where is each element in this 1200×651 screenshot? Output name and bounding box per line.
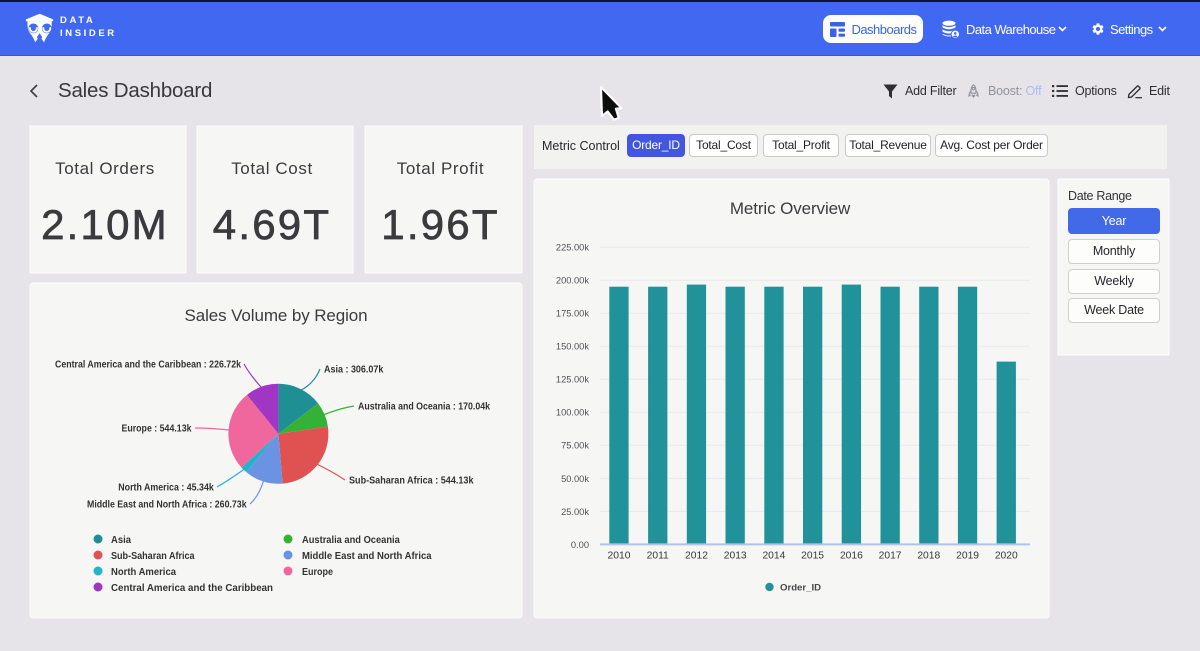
svg-text:Australia and Oceania: Australia and Oceania: [302, 534, 400, 546]
svg-text:2012: 2012: [685, 551, 708, 562]
svg-text:Sales Volume by Region: Sales Volume by Region: [184, 306, 367, 325]
svg-text:2014: 2014: [762, 551, 785, 562]
svg-text:Sub-Saharan Africa: Sub-Saharan Africa: [111, 550, 195, 562]
svg-text:2018: 2018: [917, 551, 940, 562]
svg-text:Central America and the Caribb: Central America and the Caribbean : 226.…: [55, 360, 241, 371]
svg-text:Order_ID: Order_ID: [780, 583, 821, 594]
svg-text:2017: 2017: [879, 551, 902, 562]
svg-text:2011: 2011: [647, 551, 669, 562]
svg-text:Middle East and North Africa: Middle East and North Africa: [302, 550, 432, 562]
svg-text:Europe: Europe: [302, 566, 333, 578]
svg-text:Sub-Saharan Africa : 544.13k: Sub-Saharan Africa : 544.13k: [349, 476, 474, 487]
svg-text:0.00: 0.00: [571, 540, 589, 550]
svg-text:Asia: Asia: [111, 534, 131, 546]
svg-text:2015: 2015: [801, 551, 824, 562]
svg-text:2010: 2010: [608, 551, 631, 562]
svg-text:North America: North America: [111, 566, 176, 578]
svg-text:225.00k: 225.00k: [556, 243, 589, 253]
svg-text:50.00k: 50.00k: [561, 474, 589, 484]
svg-text:Australia and Oceania : 170.04: Australia and Oceania : 170.04k: [358, 402, 490, 413]
svg-text:Middle East and North Africa :: Middle East and North Africa : 260.73k: [87, 500, 247, 511]
svg-text:25.00k: 25.00k: [561, 507, 589, 517]
svg-text:175.00k: 175.00k: [556, 309, 589, 319]
svg-text:2019: 2019: [956, 551, 979, 562]
svg-text:200.00k: 200.00k: [556, 276, 589, 286]
svg-text:Central America and the Caribb: Central America and the Caribbean: [111, 582, 273, 594]
svg-text:Metric Overview: Metric Overview: [730, 199, 851, 218]
svg-text:75.00k: 75.00k: [561, 441, 589, 451]
svg-text:Asia : 306.07k: Asia : 306.07k: [324, 365, 384, 376]
svg-text:North America : 45.34k: North America : 45.34k: [118, 483, 214, 494]
svg-text:2016: 2016: [840, 551, 863, 562]
svg-text:100.00k: 100.00k: [556, 408, 589, 418]
svg-text:2020: 2020: [995, 551, 1018, 562]
svg-text:2013: 2013: [724, 551, 747, 562]
svg-text:Europe : 544.13k: Europe : 544.13k: [122, 424, 192, 435]
svg-text:150.00k: 150.00k: [556, 342, 589, 352]
svg-text:125.00k: 125.00k: [556, 375, 589, 385]
